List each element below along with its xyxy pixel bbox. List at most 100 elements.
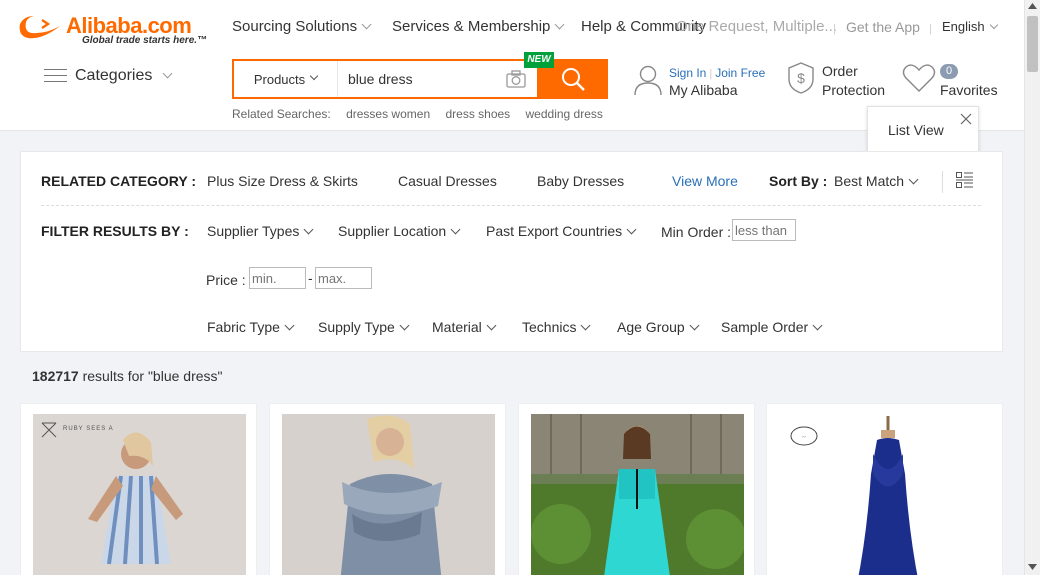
divider: | — [929, 23, 932, 35]
nav-sourcing-solutions[interactable]: Sourcing Solutions — [232, 18, 372, 35]
brand-logo-icon — [41, 422, 57, 438]
product-card[interactable]: RUBY SEES A — [20, 403, 257, 575]
chevron-down-icon — [554, 19, 565, 30]
min-order-label: Min Order : — [661, 224, 732, 240]
nav-services-membership[interactable]: Services & Membership — [392, 18, 565, 35]
chevron-down-icon — [162, 68, 173, 78]
camera-icon[interactable] — [506, 70, 526, 88]
filter-label: Past Export Countries — [486, 223, 623, 239]
alibaba-smile-icon — [19, 16, 61, 39]
product-card[interactable]: ~ — [766, 403, 1003, 575]
chevron-down-icon — [361, 19, 372, 30]
scroll-down-icon[interactable] — [1028, 564, 1037, 570]
close-icon[interactable] — [960, 113, 972, 125]
nav-services-label: Services & Membership — [392, 18, 551, 35]
list-view-icon[interactable] — [956, 172, 974, 189]
language-selector[interactable]: English — [942, 19, 998, 34]
chevron-down-icon — [486, 320, 497, 331]
chevron-down-icon — [309, 71, 319, 81]
heart-icon[interactable] — [902, 63, 936, 93]
filter-supplier-types[interactable]: Supplier Types — [207, 223, 314, 239]
filter-technics[interactable]: Technics — [522, 319, 591, 335]
logo-tagline: Global trade starts here.™ — [82, 35, 208, 46]
rfq-label: One Request, Multiple... — [676, 18, 837, 35]
favorites-count-badge: 0 — [940, 64, 958, 79]
results-text: results for "blue dress" — [82, 368, 223, 384]
chevron-down-icon — [399, 320, 410, 331]
related-category-link[interactable]: Casual Dresses — [398, 173, 497, 189]
sign-in-link[interactable]: Sign In — [669, 66, 706, 80]
filter-label: Supplier Location — [338, 223, 447, 239]
filter-label: Sample Order — [721, 319, 809, 335]
filter-supplier-location[interactable]: Supplier Location — [338, 223, 461, 239]
get-app-link[interactable]: Get the App — [846, 19, 920, 35]
scrollbar[interactable] — [1024, 0, 1040, 575]
user-icon[interactable] — [633, 64, 663, 96]
search-category-label: Products — [253, 71, 306, 87]
svg-text:$: $ — [797, 70, 805, 86]
chevron-down-icon — [908, 174, 919, 185]
image-watermark: RUBY SEES A — [63, 426, 114, 432]
product-image[interactable]: ~ — [779, 414, 992, 575]
filter-supply-type[interactable]: Supply Type — [318, 319, 410, 335]
filter-label: Supply Type — [318, 319, 395, 335]
related-category-label: RELATED CATEGORY : — [41, 173, 197, 189]
product-card[interactable] — [518, 403, 755, 575]
filter-fabric-type[interactable]: Fabric Type — [207, 319, 295, 335]
min-order-input[interactable] — [732, 219, 796, 241]
product-image[interactable] — [282, 414, 495, 575]
related-category-link[interactable]: Baby Dresses — [537, 173, 624, 189]
scroll-up-icon[interactable] — [1028, 3, 1037, 9]
product-card[interactable] — [269, 403, 506, 575]
price-max-input[interactable] — [315, 267, 372, 289]
chevron-down-icon — [626, 224, 637, 235]
sort-by-label: Sort By : — [769, 173, 828, 189]
sort-by-select[interactable]: Best Match — [834, 173, 919, 189]
results-count: 182717 — [32, 368, 79, 384]
list-view-tooltip: List View — [867, 106, 979, 167]
related-search-link[interactable]: dress shoes — [445, 107, 510, 121]
filter-sample-order[interactable]: Sample Order — [721, 319, 823, 335]
chevron-down-icon — [812, 320, 823, 331]
filter-past-export-countries[interactable]: Past Export Countries — [486, 223, 637, 239]
related-searches: Related Searches: dresses women dress sh… — [232, 107, 615, 121]
chevron-down-icon — [303, 224, 314, 235]
filter-label: Supplier Types — [207, 223, 300, 239]
alibaba-logo[interactable]: Alibaba.com Global trade starts here.™ — [16, 12, 216, 48]
related-search-link[interactable]: dresses women — [346, 107, 430, 121]
rfq-link[interactable]: One Request, Multiple... — [676, 18, 837, 35]
divider: | — [833, 23, 836, 35]
product-image[interactable]: RUBY SEES A — [33, 414, 246, 575]
view-more-link[interactable]: View More — [672, 173, 738, 189]
chevron-down-icon — [450, 224, 461, 235]
order-protection-line1[interactable]: Order — [822, 63, 858, 79]
related-search-link[interactable]: wedding dress — [526, 107, 603, 121]
join-free-link[interactable]: Join Free — [715, 66, 765, 80]
filter-panel: RELATED CATEGORY : Plus Size Dress & Ski… — [20, 151, 1003, 352]
search-input[interactable] — [340, 61, 500, 97]
product-image[interactable] — [531, 414, 744, 575]
favorites-label[interactable]: Favorites — [940, 82, 998, 98]
search-category-select[interactable]: Products — [234, 61, 338, 97]
filter-age-group[interactable]: Age Group — [617, 319, 700, 335]
price-dash: - — [308, 270, 313, 286]
filter-label: Technics — [522, 319, 577, 335]
shield-dollar-icon: $ — [788, 62, 814, 94]
hamburger-icon — [44, 68, 67, 84]
sort-by-value: Best Match — [834, 173, 905, 189]
related-searches-label: Related Searches: — [232, 107, 331, 121]
related-category-link[interactable]: Plus Size Dress & Skirts — [207, 173, 358, 189]
my-alibaba-link[interactable]: My Alibaba — [669, 82, 737, 98]
price-min-input[interactable] — [249, 267, 306, 289]
filter-material[interactable]: Material — [432, 319, 497, 335]
categories-menu[interactable]: Categories — [44, 67, 173, 85]
filter-label: Material — [432, 319, 482, 335]
order-protection-line2[interactable]: Protection — [822, 82, 885, 98]
chevron-down-icon — [689, 320, 700, 331]
filter-results-label: FILTER RESULTS BY : — [41, 223, 189, 239]
list-view-label: List View — [888, 122, 944, 138]
chevron-down-icon — [581, 320, 591, 331]
scrollbar-thumb[interactable] — [1027, 16, 1038, 72]
language-label: English — [942, 19, 985, 34]
get-app-label: Get the App — [846, 19, 920, 35]
